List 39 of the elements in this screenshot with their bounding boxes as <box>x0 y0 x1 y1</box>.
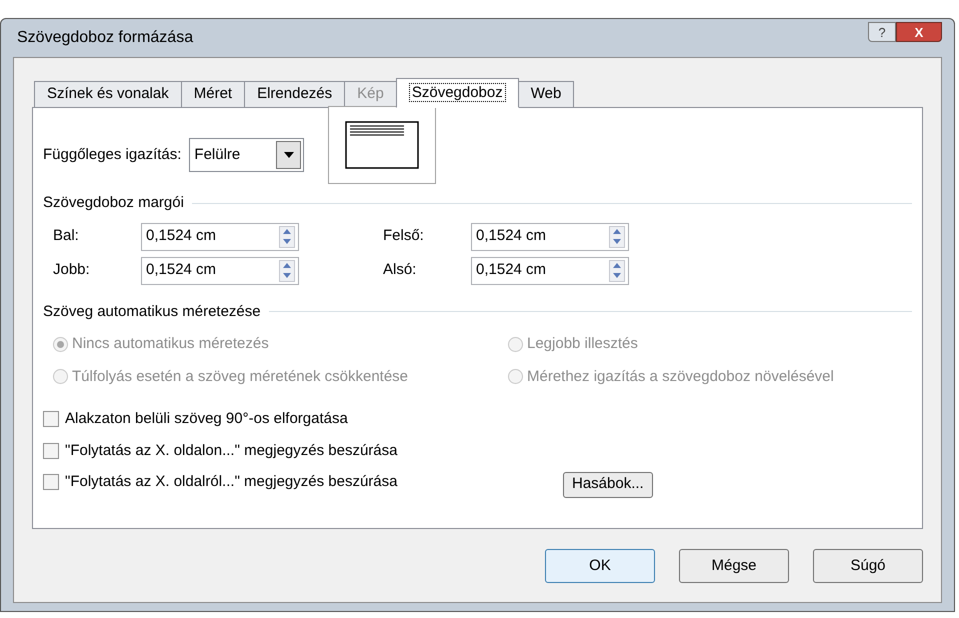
tab[interactable]: Szövegdoboz <box>396 78 519 108</box>
checkbox[interactable] <box>43 442 59 459</box>
spinner-arrows-icon[interactable] <box>279 226 295 248</box>
dialog-button[interactable]: Súgó <box>813 549 923 583</box>
section-heading: Szöveg automatikus méretezése <box>43 302 261 322</box>
radio-label: Nincs automatikus méretezés <box>72 334 269 354</box>
field-label: Függőleges igazítás: <box>43 144 182 165</box>
radio-label: Túlfolyás esetén a szöveg méretének csökkentése <box>72 366 408 386</box>
tab[interactable]: Web <box>518 81 574 108</box>
close-button[interactable]: X <box>896 22 942 42</box>
spin-field[interactable]: 0,1524 cm <box>471 222 629 250</box>
spin-field[interactable]: 0,1524 cm <box>141 222 299 250</box>
window-title: Szövegdoboz formázása <box>16 28 194 48</box>
checkbox[interactable] <box>43 411 59 428</box>
dropdown[interactable]: Felülre <box>189 138 304 172</box>
spin-field[interactable]: 0,1524 cm <box>141 256 299 284</box>
tab[interactable]: Méret <box>180 81 246 108</box>
field-label: Alsó: <box>383 260 418 280</box>
spin-field[interactable]: 0,1524 cm <box>471 256 629 284</box>
checkbox[interactable] <box>43 474 59 490</box>
top-aligned-text-icon <box>345 121 420 169</box>
section-heading: Szövegdoboz margói <box>43 193 184 213</box>
radio-label: Mérethez igazítás a szövegdoboz növelésével <box>527 366 834 386</box>
checkbox-label: "Folytatás az X. oldalon..." megjegyzés beszúrása <box>65 440 398 460</box>
checkbox-label: Alakzaton belüli szöveg 90°-os elforgatása <box>65 409 348 429</box>
field-label: Felső: <box>383 226 425 246</box>
tab[interactable]: Elrendezés <box>244 81 346 108</box>
spinner-arrows-icon[interactable] <box>279 260 295 282</box>
tab[interactable]: Színek és vonalak <box>34 81 182 108</box>
spinner-arrows-icon[interactable] <box>609 260 625 282</box>
dialog-button[interactable]: Mégse <box>679 549 789 583</box>
radio-label: Legjobb illesztés <box>527 334 638 354</box>
spinner-arrows-icon[interactable] <box>609 226 625 248</box>
columns-button[interactable]: Hasábok... <box>563 472 653 498</box>
dialog-button[interactable]: OK <box>545 549 655 583</box>
field-label: Jobb: <box>53 260 91 280</box>
checkbox-label: "Folytatás az X. oldalról..." megjegyzés beszúrása <box>65 472 398 492</box>
field-label: Bal: <box>53 226 80 246</box>
help-button[interactable]: ? <box>868 22 896 42</box>
